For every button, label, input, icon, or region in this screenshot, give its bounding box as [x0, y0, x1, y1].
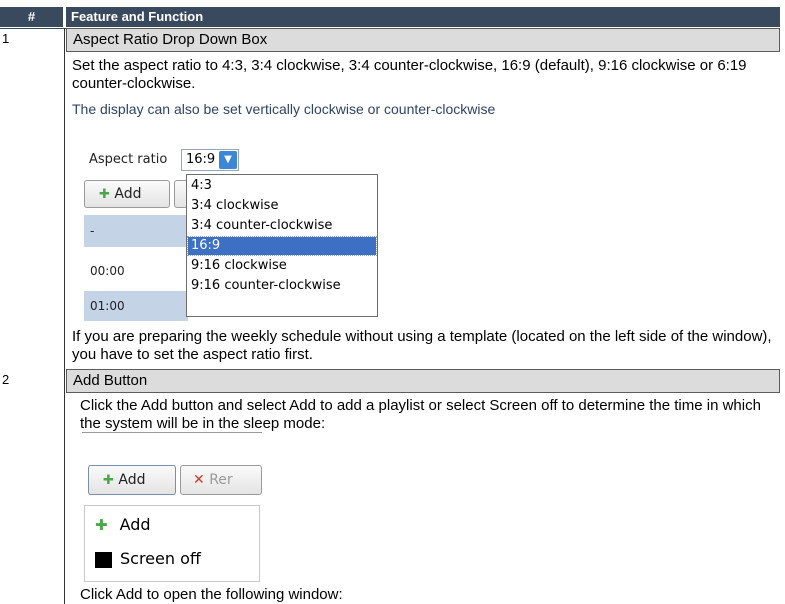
toolbar-top-edge [82, 432, 262, 437]
row1-description: Set the aspect ratio to 4:3, 3:4 clockwi… [72, 57, 747, 92]
dropdown-option[interactable]: 4:3 [188, 177, 376, 195]
add-button[interactable]: ✚ Add [88, 465, 176, 495]
grid-header-cell: - [84, 215, 188, 247]
black-square-icon [95, 551, 112, 568]
dropdown-option[interactable]: 3:4 counter-clockwise [188, 217, 376, 235]
chevron-down-icon[interactable]: ▼ [219, 151, 237, 169]
menu-item-add-label: Add [119, 515, 151, 534]
aspect-ratio-dropdown[interactable]: 4:3 3:4 clockwise 3:4 counter-clockwise … [186, 174, 378, 317]
dropdown-option-selected[interactable]: 16:9 [187, 236, 377, 256]
add-button[interactable]: ✚ Add [84, 180, 170, 208]
aspect-ratio-label: Aspect ratio [89, 152, 168, 167]
row2-description: Click the Add button and select Add to a… [80, 397, 761, 432]
remove-button-label: Rer [209, 472, 233, 488]
remove-button[interactable]: ✕ Rer [180, 465, 262, 495]
dropdown-option[interactable]: 9:16 clockwise [188, 257, 376, 275]
row2-after-text: Click Add to open the following window: [80, 586, 343, 603]
menu-item-screen-off[interactable]: Screen off [95, 549, 201, 568]
plus-icon: ✚ [103, 473, 114, 488]
add-button-label: Add [118, 472, 146, 488]
plus-icon: ✚ [99, 187, 110, 202]
dropdown-option[interactable]: 3:4 clockwise [188, 197, 376, 215]
row-number-2: 2 [2, 372, 10, 387]
aspect-ratio-select[interactable]: 16:9 ▼ [181, 149, 239, 171]
aspect-ratio-value: 16:9 [186, 152, 216, 167]
close-icon: ✕ [193, 472, 205, 488]
row-title-1: Aspect Ratio Drop Down Box [66, 28, 780, 52]
row-number-1: 1 [2, 31, 10, 46]
add-menu: ✚ Add Screen off [84, 505, 260, 582]
column-divider [64, 28, 65, 604]
header-number: # [0, 7, 63, 27]
add-button-label: Add [114, 186, 142, 202]
dropdown-option[interactable]: 9:16 counter-clockwise [188, 277, 376, 295]
header-feature: Feature and Function [66, 7, 780, 27]
time-row: 00:00 [84, 256, 188, 286]
menu-item-screen-off-label: Screen off [120, 549, 201, 568]
menu-item-add[interactable]: ✚ Add [95, 515, 151, 534]
time-row: 01:00 [84, 291, 188, 321]
row1-note: The display can also be set vertically c… [72, 101, 496, 117]
plus-icon: ✚ [95, 516, 108, 534]
row-title-2: Add Button [66, 369, 780, 393]
row1-after-text: If you are preparing the weekly schedule… [72, 328, 772, 363]
